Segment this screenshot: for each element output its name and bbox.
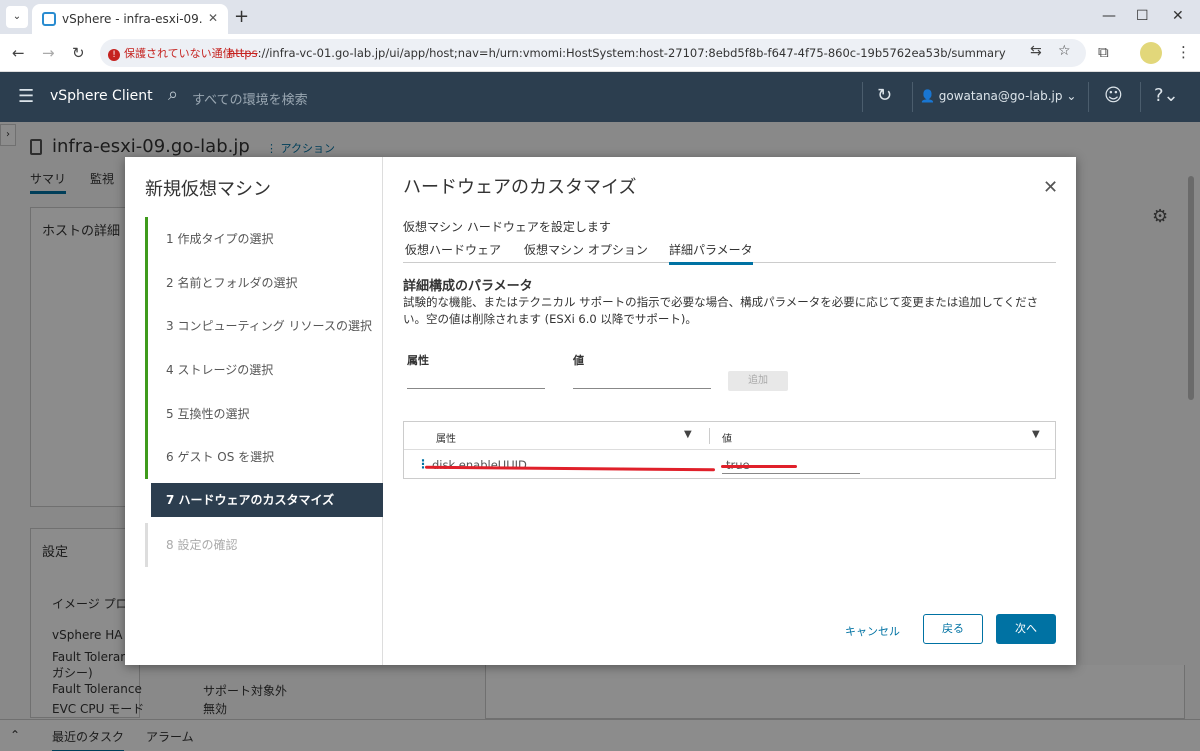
wizard-step[interactable]: 4 ストレージの選択 <box>145 348 383 392</box>
warning-icon: ! <box>108 49 120 61</box>
vsphere-favicon-icon <box>42 12 56 26</box>
column-header-attribute[interactable]: 属性 <box>436 430 456 445</box>
content-title: ハードウェアのカスタマイズ <box>403 177 637 198</box>
wizard-steps: 1 作成タイプの選択 2 名前とフォルダの選択 3 コンピューティング リソース… <box>145 217 383 567</box>
wizard-step-active[interactable]: 7 ハードウェアのカスタマイズ <box>151 483 383 518</box>
search-icon[interactable]: ⌕ <box>168 84 178 105</box>
parameters-grid: 属性 ▼ 値 ▼ ⋮ disk.enableUUID true <box>403 421 1056 479</box>
header-divider <box>862 82 863 112</box>
value-input-underline <box>722 473 860 474</box>
wizard-title: 新規仮想マシン <box>145 179 271 200</box>
browser-menu-icon[interactable]: ⋮ <box>1176 43 1191 61</box>
attribute-input[interactable] <box>407 369 545 389</box>
header-divider <box>1088 82 1089 112</box>
header-divider <box>912 82 913 112</box>
security-label: 保護されていない通信 <box>124 47 234 60</box>
url-text[interactable]: https://infra-vc-01.go-lab.jp/ui/app/hos… <box>228 46 1006 60</box>
tab-vm-options[interactable]: 仮想マシン オプション <box>524 241 648 258</box>
attribute-label: 属性 <box>407 354 429 367</box>
back-arrow-icon[interactable]: ← <box>12 44 25 62</box>
reload-icon[interactable]: ↻ <box>72 44 85 62</box>
filter-icon[interactable]: ▼ <box>684 429 692 440</box>
value-label: 値 <box>573 354 584 367</box>
global-search-input[interactable]: すべての環境を検索 <box>192 89 308 108</box>
tab-close-icon[interactable]: ✕ <box>208 11 218 25</box>
tab-virtual-hardware[interactable]: 仮想ハードウェア <box>405 241 501 258</box>
smiley-feedback-icon[interactable]: ☺ <box>1104 85 1123 106</box>
browser-tab[interactable]: vSphere - infra-esxi-09.go-lab.jp ✕ <box>32 4 228 34</box>
wizard-step[interactable]: 5 互換性の選択 <box>145 391 383 436</box>
maximize-icon[interactable]: ☐ <box>1136 8 1149 24</box>
wizard-step[interactable]: 6 ゲスト OS を選択 <box>145 435 383 480</box>
value-input[interactable] <box>573 369 711 389</box>
wizard-step[interactable]: 1 作成タイプの選択 <box>145 217 383 261</box>
help-icon[interactable]: ?⌄ <box>1154 85 1179 106</box>
new-tab-icon[interactable]: + <box>234 6 249 27</box>
url-protocol: https <box>228 46 258 60</box>
add-button[interactable]: 追加 <box>728 371 788 391</box>
content-subtitle: 仮想マシン ハードウェアを設定します <box>403 220 611 234</box>
section-title: 詳細構成のパラメータ <box>403 279 533 294</box>
section-description: 試験的な機能、またはテクニカル サポートの指示で必要な場合、構成パラメータを必要… <box>403 295 1039 326</box>
wizard-step-panel: 新規仮想マシン 1 作成タイプの選択 2 名前とフォルダの選択 3 コンピューテ… <box>125 157 383 665</box>
extensions-icon[interactable]: ⧉ <box>1098 43 1109 61</box>
forward-arrow-icon[interactable]: → <box>42 44 55 62</box>
next-button[interactable]: 次へ <box>996 614 1056 644</box>
wizard-step-pending: 8 設定の確認 <box>145 523 383 567</box>
browser-tab-bar: ⌄ vSphere - infra-esxi-09.go-lab.jp ✕ + … <box>0 0 1200 34</box>
hamburger-menu-icon[interactable]: ☰ <box>18 86 34 107</box>
address-bar[interactable]: ! 保護されていない通信 https://infra-vc-01.go-lab.j… <box>100 39 1086 67</box>
header-divider <box>1140 82 1141 112</box>
vsphere-header: ☰ vSphere Client ⌕ すべての環境を検索 ↻ 👤 gowatan… <box>0 72 1200 122</box>
browser-toolbar: ← → ↻ ! 保護されていない通信 https://infra-vc-01.go… <box>0 34 1200 72</box>
url-rest: ://infra-vc-01.go-lab.jp/ui/app/host;nav… <box>257 46 1006 60</box>
tab-title: vSphere - infra-esxi-09.go-lab.jp <box>62 12 202 26</box>
translate-icon[interactable]: ⇆ <box>1030 43 1042 59</box>
user-name: gowatana@go-lab.jp <box>938 89 1063 103</box>
back-button[interactable]: 戻る <box>923 614 983 644</box>
hardware-tabs: 仮想ハードウェア 仮想マシン オプション 詳細パラメータ <box>403 237 1056 265</box>
security-warning-badge[interactable]: ! 保護されていない通信 <box>108 45 234 61</box>
window-close-icon[interactable]: ✕ <box>1172 8 1184 24</box>
tab-search-chevron-icon[interactable]: ⌄ <box>6 6 28 28</box>
new-vm-wizard: 新規仮想マシン 1 作成タイプの選択 2 名前とフォルダの選択 3 コンピューテ… <box>125 157 1076 665</box>
tab-advanced-parameters[interactable]: 詳細パラメータ <box>669 241 753 265</box>
red-annotation-underline <box>721 465 797 468</box>
column-divider[interactable] <box>709 428 710 444</box>
filter-icon[interactable]: ▼ <box>1032 429 1040 440</box>
row-actions-icon[interactable]: ⋮ <box>417 457 429 471</box>
wizard-content: ハードウェアのカスタマイズ ✕ 仮想マシン ハードウェアを設定します 仮想ハード… <box>383 157 1076 665</box>
cancel-button[interactable]: キャンセル <box>845 623 900 639</box>
wizard-step[interactable]: 3 コンピューティング リソースの選択 <box>145 304 383 349</box>
profile-avatar[interactable] <box>1140 42 1162 64</box>
grid-header: 属性 ▼ 値 ▼ <box>404 422 1055 450</box>
app-title: vSphere Client <box>50 88 153 104</box>
close-icon[interactable]: ✕ <box>1043 177 1058 198</box>
wizard-step[interactable]: 2 名前とフォルダの選択 <box>145 260 383 305</box>
column-header-value[interactable]: 値 <box>722 430 732 445</box>
minimize-icon[interactable]: — <box>1102 8 1116 24</box>
refresh-icon[interactable]: ↻ <box>877 85 892 106</box>
user-menu[interactable]: 👤 gowatana@go-lab.jp ⌄ <box>920 89 1076 103</box>
bookmark-star-icon[interactable]: ☆ <box>1058 43 1071 59</box>
